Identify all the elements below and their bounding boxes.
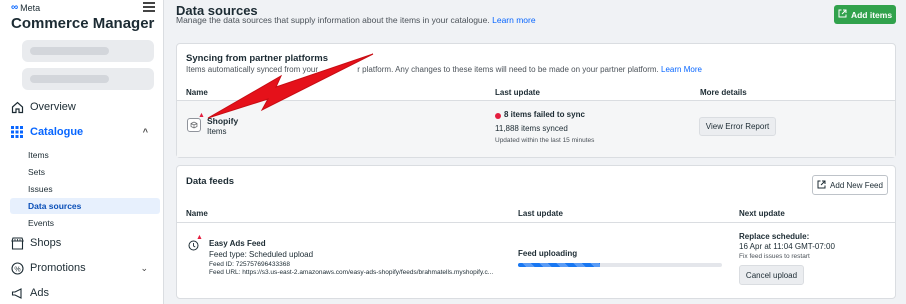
add-items-button[interactable]: Add items	[834, 5, 896, 24]
page-subtitle-text: Manage the data sources that supply info…	[176, 15, 490, 25]
sidebar-item-label: Issues	[28, 184, 53, 194]
sidebar-item-label: Data sources	[28, 201, 82, 211]
col-header-last-update: Last update	[518, 209, 563, 218]
warning-icon: ▲	[198, 112, 205, 119]
add-new-feed-label: Add New Feed	[830, 180, 883, 190]
error-status-icon	[495, 113, 501, 119]
partner-card-title: Syncing from partner platforms	[186, 53, 328, 64]
next-update-time: 16 Apr at 11:04 GMT-07:00	[739, 242, 835, 251]
replace-schedule-title: Replace schedule:	[739, 232, 810, 241]
col-header-name: Name	[186, 88, 208, 97]
nav-catalogue-label: Catalogue	[30, 126, 84, 138]
app-title: Commerce Manager	[11, 15, 155, 32]
sidebar-item-data-sources[interactable]: Data sources	[10, 198, 160, 214]
home-icon	[10, 100, 24, 114]
col-header-last-update: Last update	[495, 88, 540, 97]
nav-overview-label: Overview	[30, 101, 76, 113]
sync-error-status: 8 items failed to sync	[504, 110, 585, 119]
sidebar-item-label: Items	[28, 150, 49, 160]
data-feeds-card: Data feeds Add New Feed Name Last update…	[176, 165, 896, 299]
chevron-up-icon: ^	[142, 127, 148, 137]
sidebar-item-issues[interactable]: Issues	[10, 181, 160, 197]
external-link-icon	[838, 9, 847, 20]
sidebar-item-label: Sets	[28, 167, 46, 177]
source-name[interactable]: Shopify	[207, 116, 238, 126]
nav-overview[interactable]: Overview	[10, 98, 160, 116]
box-icon	[187, 118, 201, 132]
col-header-more-details: More details	[700, 88, 747, 97]
grid-icon	[10, 125, 24, 139]
nav-catalogue[interactable]: Catalogue ^	[10, 123, 160, 141]
view-error-report-button[interactable]: View Error Report	[699, 117, 776, 136]
external-link-icon	[817, 180, 826, 191]
sidebar-item-sets[interactable]: Sets	[10, 164, 160, 180]
nav-promotions-label: Promotions	[30, 262, 86, 274]
nav-ads-label: Ads	[30, 287, 49, 299]
promotion-icon: %	[10, 261, 24, 275]
upload-progress-fill	[518, 263, 600, 267]
table-row[interactable]: ▲ Shopify Items 8 items failed to sync 1…	[177, 101, 895, 157]
nav-shops[interactable]: Shops	[10, 234, 160, 252]
meta-logo[interactable]: ∞ Meta	[11, 2, 40, 13]
col-header-next-update: Next update	[739, 209, 785, 218]
meta-brand-text: Meta	[20, 2, 41, 13]
svg-text:%: %	[14, 266, 20, 273]
cancel-upload-button[interactable]: Cancel upload	[739, 265, 804, 285]
learn-more-link[interactable]: Learn more	[492, 15, 535, 25]
upload-progress-bar	[518, 263, 722, 267]
sidebar-item-label: Events	[28, 218, 54, 228]
feed-url: Feed URL: https://s3.us-east-2.amazonaws…	[209, 269, 494, 276]
chevron-down-icon: ⌄	[140, 262, 148, 273]
page-subtitle: Manage the data sources that supply info…	[176, 15, 536, 25]
megaphone-icon	[10, 286, 24, 300]
sidebar-item-events[interactable]: Events	[10, 215, 160, 231]
warning-icon: ▲	[196, 234, 203, 241]
partner-platforms-card: Syncing from partner platforms Items aut…	[176, 43, 896, 158]
business-selector[interactable]	[22, 40, 154, 62]
partner-subtitle-left: Items automatically synced from your	[186, 65, 319, 74]
feed-type: Feed type: Scheduled upload	[209, 250, 314, 259]
clock-icon	[188, 240, 199, 254]
feed-name[interactable]: Easy Ads Feed	[209, 239, 266, 248]
updated-time: Updated within the last 15 minutes	[495, 137, 595, 144]
synced-count: 11,888 items synced	[495, 124, 568, 133]
nav-shops-label: Shops	[30, 237, 62, 249]
feed-status: Feed uploading	[518, 249, 578, 258]
sidebar: ∞ Meta Commerce Manager Overview Catalog…	[0, 0, 164, 304]
col-header-name: Name	[186, 209, 208, 218]
catalogue-selector[interactable]	[22, 68, 154, 90]
partner-learn-more-link[interactable]: Learn More	[661, 65, 702, 74]
nav-ads[interactable]: Ads	[10, 284, 160, 302]
shop-icon	[10, 236, 24, 250]
source-type: Items	[207, 127, 227, 136]
partner-card-subtitle: Items automatically synced from your r p…	[186, 65, 702, 74]
table-row[interactable]: ▲ Easy Ads Feed Feed type: Scheduled upl…	[177, 223, 895, 299]
feed-id: Feed ID: 725757696433368	[209, 261, 290, 268]
add-new-feed-button[interactable]: Add New Feed	[812, 175, 888, 195]
menu-icon[interactable]	[143, 2, 155, 12]
data-feeds-title: Data feeds	[186, 176, 235, 187]
next-update-note: Fix feed issues to restart	[739, 253, 810, 260]
meta-infinity-icon: ∞	[11, 2, 19, 13]
nav-promotions[interactable]: % Promotions ⌄	[10, 259, 160, 277]
partner-subtitle-right: r platform. Any changes to these items w…	[357, 65, 659, 74]
add-items-label: Add items	[850, 9, 893, 20]
sidebar-item-items[interactable]: Items	[10, 147, 160, 163]
